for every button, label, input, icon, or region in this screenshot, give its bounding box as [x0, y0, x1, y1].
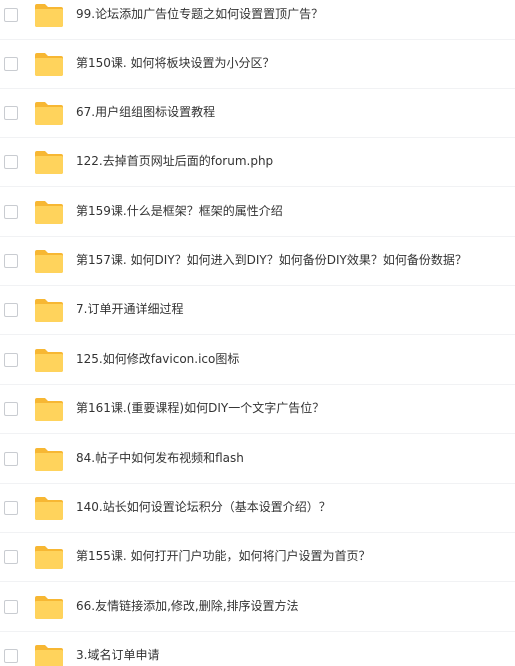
row-checkbox[interactable]: [4, 649, 18, 663]
folder-name[interactable]: 第155课. 如何打开门户功能，如何将门户设置为首页？: [76, 548, 371, 564]
folder-icon[interactable]: [34, 594, 64, 620]
file-row[interactable]: 第159课.什么是框架？框架的属性介绍: [0, 188, 515, 237]
row-checkbox[interactable]: [4, 205, 18, 219]
folder-icon[interactable]: [34, 544, 64, 570]
folder-icon[interactable]: [34, 2, 64, 28]
file-row[interactable]: 84.帖子中如何发布视频和flash: [0, 435, 515, 484]
row-checkbox[interactable]: [4, 452, 18, 466]
file-list: 99.论坛添加广告位专题之如何设置置顶广告？ 第150课. 如何将板块设置为小分…: [0, 0, 515, 666]
row-checkbox[interactable]: [4, 353, 18, 367]
folder-name[interactable]: 3.域名订单申请: [76, 647, 159, 663]
folder-icon[interactable]: [34, 396, 64, 422]
file-row[interactable]: 99.论坛添加广告位专题之如何设置置顶广告？: [0, 0, 515, 40]
file-row[interactable]: 第150课. 如何将板块设置为小分区？: [0, 40, 515, 89]
folder-name[interactable]: 66.友情链接添加,修改,删除,排序设置方法: [76, 598, 299, 614]
folder-icon[interactable]: [34, 347, 64, 373]
folder-icon[interactable]: [34, 149, 64, 175]
folder-name[interactable]: 99.论坛添加广告位专题之如何设置置顶广告？: [76, 6, 323, 22]
row-checkbox[interactable]: [4, 8, 18, 22]
row-checkbox[interactable]: [4, 501, 18, 515]
file-row[interactable]: 67.用户组组图标设置教程: [0, 89, 515, 138]
file-row[interactable]: 125.如何修改favicon.ico图标: [0, 336, 515, 385]
file-row[interactable]: 66.友情链接添加,修改,删除,排序设置方法: [0, 583, 515, 632]
folder-name[interactable]: 7.订单开通详细过程: [76, 301, 183, 317]
row-checkbox[interactable]: [4, 600, 18, 614]
folder-icon[interactable]: [34, 297, 64, 323]
row-checkbox[interactable]: [4, 106, 18, 120]
folder-icon[interactable]: [34, 446, 64, 472]
row-checkbox[interactable]: [4, 254, 18, 268]
file-row[interactable]: 3.域名订单申请: [0, 632, 515, 666]
folder-name[interactable]: 第157课. 如何DIY？如何进入到DIY？如何备份DIY效果？如何备份数据？: [76, 252, 467, 268]
folder-name[interactable]: 第159课.什么是框架？框架的属性介绍: [76, 203, 283, 219]
row-checkbox[interactable]: [4, 155, 18, 169]
file-row[interactable]: 7.订单开通详细过程: [0, 286, 515, 335]
row-checkbox[interactable]: [4, 57, 18, 71]
folder-icon[interactable]: [34, 51, 64, 77]
folder-icon[interactable]: [34, 199, 64, 225]
row-checkbox[interactable]: [4, 303, 18, 317]
file-row[interactable]: 第155课. 如何打开门户功能，如何将门户设置为首页？: [0, 533, 515, 582]
folder-name[interactable]: 第150课. 如何将板块设置为小分区？: [76, 55, 275, 71]
folder-icon[interactable]: [34, 495, 64, 521]
file-row[interactable]: 第157课. 如何DIY？如何进入到DIY？如何备份DIY效果？如何备份数据？: [0, 237, 515, 286]
row-checkbox[interactable]: [4, 550, 18, 564]
folder-name[interactable]: 140.站长如何设置论坛积分（基本设置介绍）？: [76, 499, 331, 515]
folder-name[interactable]: 第161课.(重要课程)如何DIY一个文字广告位？: [76, 400, 324, 416]
folder-icon[interactable]: [34, 643, 64, 666]
file-row[interactable]: 第161课.(重要课程)如何DIY一个文字广告位？: [0, 385, 515, 434]
file-row[interactable]: 140.站长如何设置论坛积分（基本设置介绍）？: [0, 484, 515, 533]
folder-icon[interactable]: [34, 248, 64, 274]
folder-name[interactable]: 125.如何修改favicon.ico图标: [76, 351, 239, 367]
folder-name[interactable]: 84.帖子中如何发布视频和flash: [76, 450, 244, 466]
folder-icon[interactable]: [34, 100, 64, 126]
folder-name[interactable]: 67.用户组组图标设置教程: [76, 104, 215, 120]
file-row[interactable]: 122.去掉首页网址后面的forum.php: [0, 138, 515, 187]
row-checkbox[interactable]: [4, 402, 18, 416]
folder-name[interactable]: 122.去掉首页网址后面的forum.php: [76, 153, 273, 169]
